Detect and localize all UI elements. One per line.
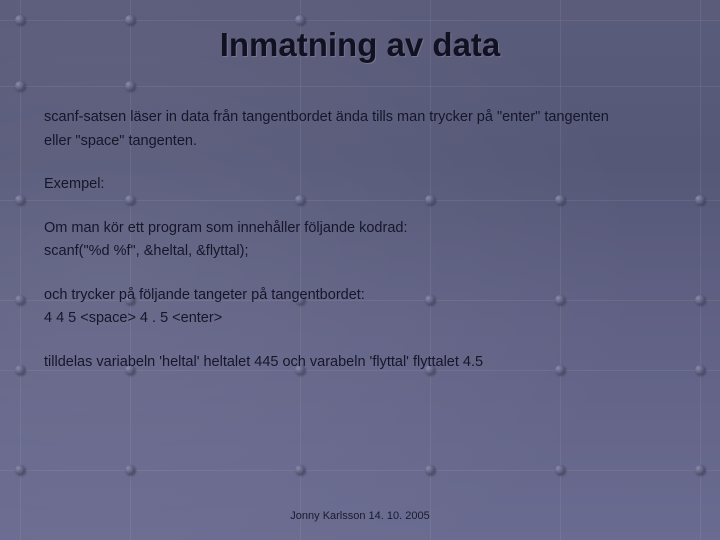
intro-line-1: scanf-satsen läser in data från tangentb… bbox=[44, 108, 676, 128]
slide-footer: Jonny Karlsson 14. 10. 2005 bbox=[0, 510, 720, 522]
example-label: Exempel: bbox=[44, 175, 676, 195]
intro-line-2: eller "space" tangenten. bbox=[44, 132, 676, 152]
slide-title: Inmatning av data bbox=[0, 26, 720, 64]
example-line-1: Om man kör ett program som innehåller fö… bbox=[44, 219, 676, 239]
slide-body: scanf-satsen läser in data från tangentb… bbox=[44, 108, 676, 377]
example-keys: 4 4 5 <space> 4 . 5 <enter> bbox=[44, 309, 676, 329]
example-code: scanf("%d %f", &heltal, &flyttal); bbox=[44, 242, 676, 262]
example-line-3: tilldelas variabeln 'heltal' heltalet 44… bbox=[44, 353, 676, 373]
example-line-2: och trycker på följande tangeter på tang… bbox=[44, 286, 676, 306]
slide: Inmatning av data scanf-satsen läser in … bbox=[0, 0, 720, 540]
